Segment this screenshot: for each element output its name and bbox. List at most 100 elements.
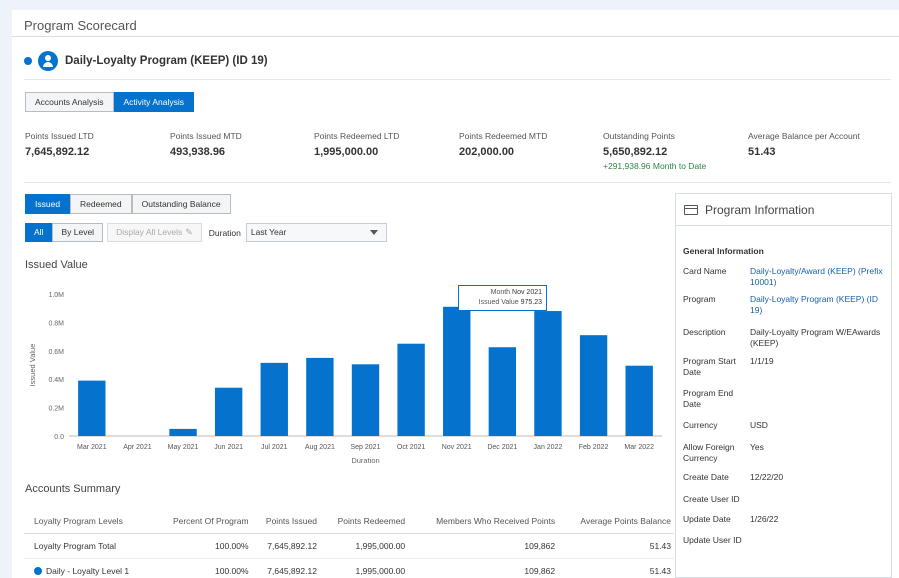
info-value: Daily-Loyalty Program W/EAwards (KEEP) bbox=[750, 327, 881, 348]
info-row-update-date: Update Date 1/26/22 bbox=[683, 514, 888, 525]
analysis-tabs: Accounts Analysis Activity Analysis bbox=[25, 92, 194, 112]
bar bbox=[625, 365, 653, 436]
metric-label: Points Redeemed MTD bbox=[459, 131, 548, 141]
info-value: 1/26/22 bbox=[750, 514, 779, 524]
tooltip-value-value: 975.23 bbox=[520, 299, 542, 306]
tab-outstanding-balance[interactable]: Outstanding Balance bbox=[131, 194, 231, 214]
chart-filters: All By Level Display All Levels ✎ Duratio… bbox=[25, 223, 387, 242]
column-header[interactable]: Members Who Received Points bbox=[408, 510, 559, 534]
x-tick-label: Feb 2022 bbox=[579, 444, 609, 451]
info-value bbox=[750, 388, 888, 410]
tab-accounts-analysis[interactable]: Accounts Analysis bbox=[25, 92, 114, 112]
level-dot-icon bbox=[34, 566, 42, 575]
metric-value: 5,650,892.12 bbox=[603, 146, 668, 158]
table-cell: 109,862 bbox=[408, 533, 559, 559]
table-cell: 1,995,000.00 bbox=[319, 558, 409, 578]
table-cell: 7,645,892.12 bbox=[251, 558, 320, 578]
table-cell: Daily - Loyalty Level 1 bbox=[24, 558, 154, 578]
panel-title: Program Information bbox=[705, 202, 815, 217]
info-value: Yes bbox=[750, 442, 764, 452]
by-level-button[interactable]: By Level bbox=[52, 223, 104, 242]
metric-value: 51.43 bbox=[748, 146, 776, 158]
metric-points-redeemed-ltd: Points Redeemed LTD 1,995,000.00 bbox=[314, 131, 399, 158]
y-axis-title: Issued Value bbox=[28, 344, 37, 387]
y-tick-label: 0.2M bbox=[48, 406, 64, 413]
bar bbox=[351, 364, 380, 436]
bar bbox=[260, 362, 288, 436]
table-cell: 100.00% bbox=[153, 533, 252, 559]
metric-points-redeemed-mtd: Points Redeemed MTD 202,000.00 bbox=[459, 131, 547, 158]
tooltip-month-value: Nov 2021 bbox=[512, 289, 542, 296]
program-name: Daily-Loyalty Program (KEEP) (ID 19) bbox=[65, 55, 268, 67]
value-type-tabs: Issued Redeemed Outstanding Balance bbox=[25, 194, 231, 214]
x-tick-label: Mar 2021 bbox=[77, 444, 107, 451]
program-avatar-icon bbox=[38, 51, 58, 71]
divider bbox=[24, 79, 891, 80]
table-cell: Loyalty Program Total bbox=[24, 533, 154, 559]
info-value-link[interactable]: Daily-Loyalty/Award (KEEP) (Prefix 10001… bbox=[750, 266, 888, 288]
x-tick-label: Nov 2021 bbox=[442, 444, 472, 451]
info-value bbox=[750, 535, 888, 546]
card-icon bbox=[684, 204, 698, 215]
metric-label: Outstanding Points bbox=[603, 131, 675, 141]
column-header[interactable]: Points Issued bbox=[251, 510, 320, 534]
chevron-down-icon bbox=[369, 230, 378, 235]
metric-value: 1,995,000.00 bbox=[314, 146, 379, 158]
column-header[interactable]: Percent Of Program bbox=[153, 510, 252, 534]
duration-select[interactable]: Last Year bbox=[245, 223, 387, 242]
y-tick-label: 0.4M bbox=[48, 377, 64, 384]
accounts-summary-table: Loyalty Program Levels Percent Of Progra… bbox=[24, 510, 674, 578]
info-value: 12/22/20 bbox=[750, 472, 784, 482]
x-tick-label: Sep 2021 bbox=[351, 444, 381, 451]
accounts-summary-title: Accounts Summary bbox=[25, 483, 121, 495]
metric-average-balance: Average Balance per Account 51.43 bbox=[748, 131, 860, 158]
y-tick-label: 0.0 bbox=[54, 434, 64, 441]
column-header[interactable]: Points Redeemed bbox=[319, 510, 409, 534]
bar bbox=[306, 357, 334, 436]
bar bbox=[169, 428, 197, 436]
program-header: Daily-Loyalty Program (KEEP) (ID 19) bbox=[24, 51, 268, 71]
metric-points-issued-mtd: Points Issued MTD 493,938.96 bbox=[170, 131, 242, 158]
x-tick-label: Aug 2021 bbox=[305, 444, 335, 451]
all-button[interactable]: All bbox=[25, 223, 53, 242]
info-row-update-user-id: Update User ID bbox=[683, 535, 888, 546]
x-tick-label: Apr 2021 bbox=[123, 444, 152, 451]
x-axis-title: Duration bbox=[351, 456, 379, 465]
scorecard-page: Program Scorecard Daily-Loyalty Program … bbox=[12, 10, 899, 578]
program-information-panel: Program Information General Information … bbox=[675, 193, 892, 578]
x-tick-label: Oct 2021 bbox=[397, 444, 426, 451]
y-tick-label: 0.8M bbox=[48, 320, 64, 327]
info-value: 1/1/19 bbox=[750, 356, 774, 366]
metric-label: Points Issued MTD bbox=[170, 131, 242, 141]
metric-value: 7,645,892.12 bbox=[25, 146, 90, 158]
display-all-levels-label: Display All Levels bbox=[116, 227, 183, 237]
table-row[interactable]: Loyalty Program Total 100.00% 7,645,892.… bbox=[24, 533, 674, 559]
y-tick-label: 0.6M bbox=[48, 349, 64, 356]
table-row[interactable]: Daily - Loyalty Level 1 100.00% 7,645,89… bbox=[24, 558, 674, 578]
pencil-icon: ✎ bbox=[185, 227, 193, 237]
table-header-row: Loyalty Program Levels Percent Of Progra… bbox=[24, 510, 674, 534]
level-name: Daily - Loyalty Level 1 bbox=[46, 565, 130, 576]
bar bbox=[214, 387, 243, 436]
table-cell: 51.43 bbox=[558, 533, 674, 559]
general-information-heading: General Information bbox=[683, 246, 764, 256]
bar bbox=[443, 306, 471, 436]
column-header[interactable]: Average Points Balance bbox=[558, 510, 674, 534]
info-label: Allow Foreign Currency bbox=[683, 442, 735, 463]
bar bbox=[78, 380, 106, 436]
tab-issued[interactable]: Issued bbox=[25, 194, 71, 214]
bar bbox=[397, 343, 425, 436]
duration-label: Duration bbox=[208, 227, 241, 238]
metric-outstanding-points: Outstanding Points 5,650,892.12 +291,938… bbox=[603, 131, 706, 171]
display-all-levels-button[interactable]: Display All Levels ✎ bbox=[107, 223, 202, 242]
metric-label: Points Issued LTD bbox=[25, 131, 94, 141]
x-tick-label: Jul 2021 bbox=[261, 444, 288, 451]
tooltip-month-label: Month bbox=[490, 289, 511, 296]
tab-redeemed[interactable]: Redeemed bbox=[70, 194, 132, 214]
tab-activity-analysis[interactable]: Activity Analysis bbox=[113, 92, 194, 112]
info-row-program: Program Daily-Loyalty Program (KEEP) (ID … bbox=[683, 294, 888, 316]
info-value-link[interactable]: Daily-Loyalty Program (KEEP) (ID 19) bbox=[750, 294, 888, 316]
info-value bbox=[750, 494, 888, 505]
status-dot-icon bbox=[24, 57, 32, 65]
column-header[interactable]: Loyalty Program Levels bbox=[24, 510, 154, 534]
